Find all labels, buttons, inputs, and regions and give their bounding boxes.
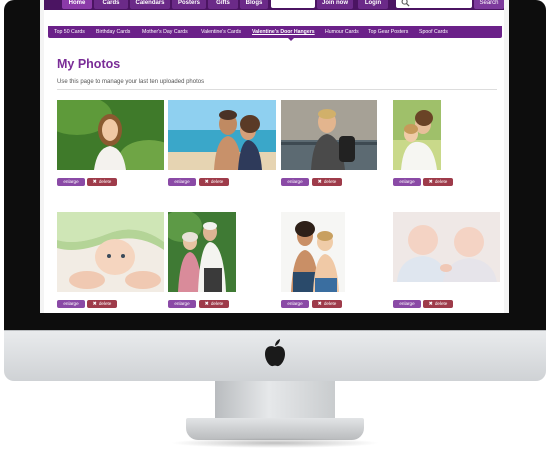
photo-image: [281, 100, 377, 170]
category-subnav: Top 50 Cards Birthday Cards Mother's Day…: [48, 26, 502, 41]
subnav-item-valentines-door-hangers[interactable]: Valentine's Door Hangers: [252, 26, 315, 38]
page-subtitle: Use this page to manage your last ten up…: [57, 79, 205, 85]
close-icon: ✖: [92, 301, 97, 307]
subnav-item-birthday-cards[interactable]: Birthday Cards: [96, 26, 130, 38]
close-icon: ✖: [204, 179, 209, 185]
photo-image: [168, 212, 236, 292]
photo-boy-with-backpack[interactable]: [281, 100, 377, 170]
apple-logo-icon: [265, 339, 285, 367]
enlarge-button[interactable]: enlarge: [281, 300, 309, 308]
nav-tab-calendars[interactable]: Calendars: [130, 0, 170, 9]
photo-mother-and-child[interactable]: [393, 100, 441, 170]
photo-image: [281, 212, 345, 292]
join-now-button[interactable]: Join now: [317, 0, 353, 9]
photo-image: [168, 100, 276, 170]
stand-shadow: [170, 438, 380, 448]
nav-tab-posters[interactable]: Posters: [172, 0, 206, 9]
search-icon[interactable]: [401, 0, 410, 7]
delete-button[interactable]: ✖ delete: [199, 300, 229, 308]
delete-button[interactable]: ✖ delete: [423, 178, 453, 186]
enlarge-button[interactable]: enlarge: [281, 178, 309, 186]
photo-image: [393, 212, 500, 282]
username-input[interactable]: [271, 0, 315, 8]
page-title: My Photos: [57, 57, 121, 71]
delete-button[interactable]: ✖ delete: [87, 178, 117, 186]
enlarge-button[interactable]: enlarge: [168, 178, 196, 186]
delete-button[interactable]: ✖ delete: [423, 300, 453, 308]
delete-button[interactable]: ✖ delete: [199, 178, 229, 186]
nav-tab-blogs[interactable]: Blogs: [240, 0, 268, 9]
enlarge-button[interactable]: enlarge: [57, 178, 85, 186]
subnav-item-valentines-cards[interactable]: Valentine's Cards: [201, 26, 241, 38]
nav-tab-gifts[interactable]: Gifts: [208, 0, 238, 9]
subnav-item-humour-cards[interactable]: Humour Cards: [325, 26, 359, 38]
delete-button[interactable]: ✖ delete: [312, 178, 342, 186]
nav-tab-home[interactable]: Home: [62, 0, 92, 9]
photo-elderly-couple[interactable]: [168, 212, 236, 292]
enlarge-button[interactable]: enlarge: [393, 300, 421, 308]
delete-button[interactable]: ✖ delete: [312, 300, 342, 308]
search-button[interactable]: Search: [474, 0, 504, 9]
close-icon: ✖: [204, 301, 209, 307]
close-icon: ✖: [92, 179, 97, 185]
photo-image: [57, 212, 164, 292]
photo-image: [57, 100, 164, 170]
web-page: Home Cards Calendars Posters Gifts Blogs…: [44, 0, 504, 313]
subnav-item-spoof-cards[interactable]: Spoof Cards: [419, 26, 448, 38]
top-navigation: Home Cards Calendars Posters Gifts Blogs…: [44, 0, 504, 10]
delete-button[interactable]: ✖ delete: [87, 300, 117, 308]
subnav-item-mothers-day-cards[interactable]: Mother's Day Cards: [142, 26, 188, 38]
photo-girl-in-garden[interactable]: [57, 100, 164, 170]
photo-image: [393, 100, 441, 170]
close-icon: ✖: [428, 301, 433, 307]
photo-twin-babies[interactable]: [393, 212, 500, 282]
close-icon: ✖: [428, 179, 433, 185]
photo-couple-at-beach[interactable]: [168, 100, 276, 170]
divider: [57, 89, 497, 90]
active-tab-marker: [288, 38, 294, 41]
login-button[interactable]: Login: [358, 0, 388, 9]
nav-tab-cards[interactable]: Cards: [94, 0, 128, 9]
photo-baby-under-blanket[interactable]: [57, 212, 164, 292]
close-icon: ✖: [317, 179, 322, 185]
subnav-item-top-50-cards[interactable]: Top 50 Cards: [54, 26, 85, 38]
close-icon: ✖: [317, 301, 322, 307]
enlarge-button[interactable]: enlarge: [168, 300, 196, 308]
browser-screen: Home Cards Calendars Posters Gifts Blogs…: [40, 0, 509, 313]
photo-woman-and-boy[interactable]: [281, 212, 345, 292]
subnav-item-top-gear-posters[interactable]: Top Gear Posters: [368, 26, 408, 38]
enlarge-button[interactable]: enlarge: [393, 178, 421, 186]
monitor-stand-foot: [186, 418, 364, 440]
enlarge-button[interactable]: enlarge: [57, 300, 85, 308]
monitor-stand-neck: [215, 381, 335, 419]
